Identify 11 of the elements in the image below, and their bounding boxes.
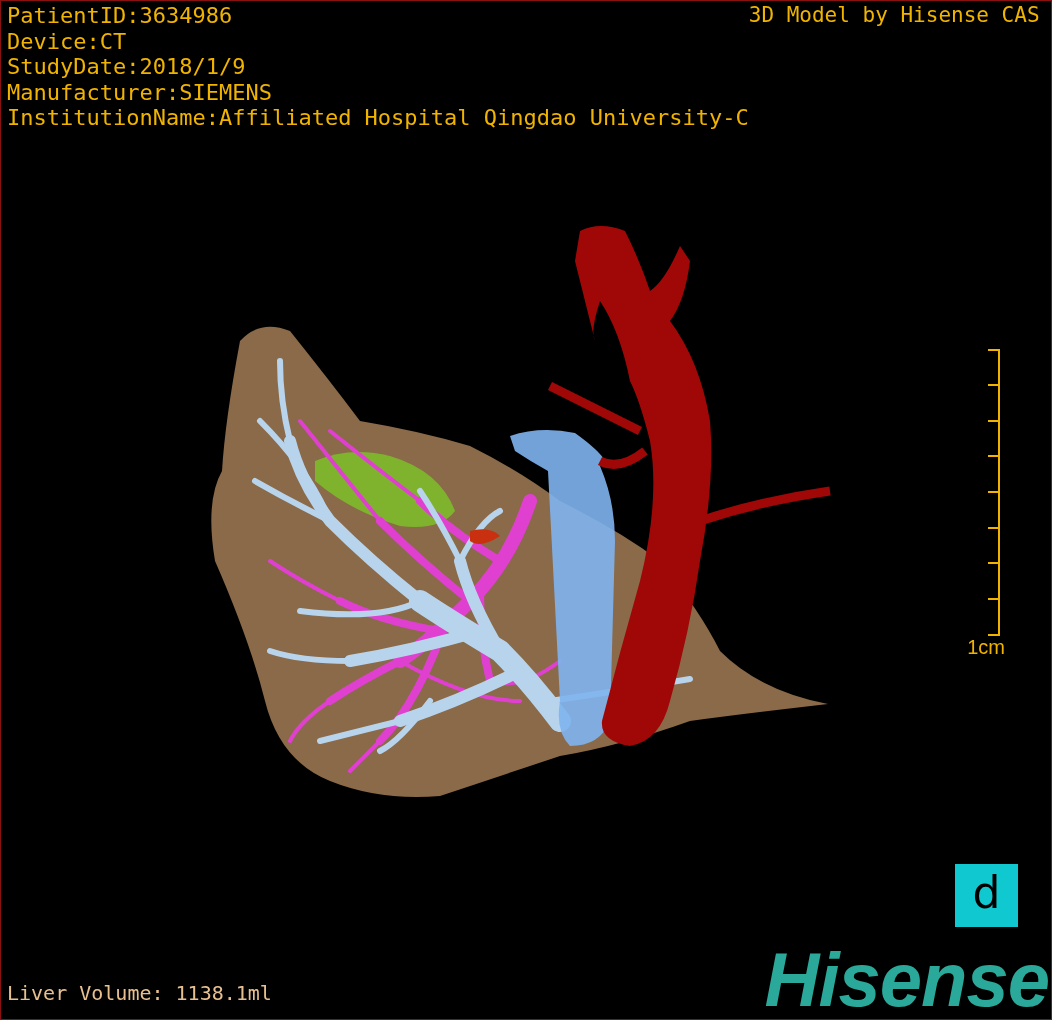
study-info-text: Manufacturer:SIEMENS <box>7 79 273 105</box>
3d-viewport[interactable]: PatientID:3634986 Device:CT StudyDate:2018/1/9 Manufacturer:SIEMENS InstitutionName:Affiliated Hospital Qingdao University-C 3D Model by Hisense CAS 1cm Liver Volume: 1138.1ml d Hisense <box>0 0 1052 1020</box>
study-info-text: StudyDate:2018/1/9 <box>7 54 247 80</box>
app-badge-logo: d <box>955 864 1018 927</box>
brand-logo: Hisense <box>764 947 1049 1013</box>
study-info-text: PatientID:3634986 <box>7 3 234 29</box>
study-info-text: Device:CT <box>7 28 128 54</box>
scale-label: 1cm <box>967 635 1005 659</box>
study-info-text: InstitutionName:Affiliated Hospital Qingdao University-C <box>7 105 749 131</box>
viewer-title: 3D Model by Hisense CAS <box>748 3 1040 29</box>
liver-volume-text: Liver Volume: 1138.1ml <box>7 981 272 1005</box>
